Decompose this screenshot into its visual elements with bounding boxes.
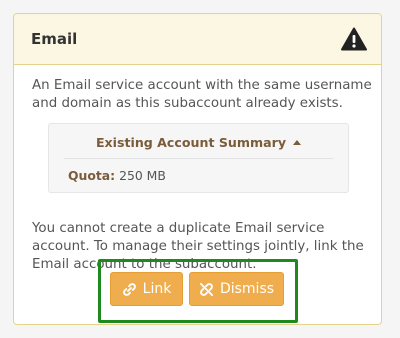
link-icon <box>122 282 136 296</box>
caret-up-icon <box>293 140 302 145</box>
dismiss-button-label: Dismiss <box>219 281 275 297</box>
quota-value: 250 MB <box>119 168 166 183</box>
summary-heading: Existing Account Summary <box>95 135 287 150</box>
unlink-icon <box>199 282 214 296</box>
summary-toggle[interactable]: Existing Account Summary <box>64 124 333 159</box>
quota-row: Quota: 250 MB <box>68 168 166 183</box>
link-button-label: Link <box>142 281 172 297</box>
panel-header: Email <box>14 14 381 65</box>
dismiss-button[interactable]: Dismiss <box>189 272 284 306</box>
link-instructions-message: You cannot create a duplicate Email serv… <box>32 221 364 272</box>
quota-label: Quota: <box>68 168 116 183</box>
duplicate-account-message: An Email service account with the same u… <box>32 78 372 111</box>
link-button[interactable]: Link <box>110 272 183 306</box>
warning-icon <box>341 27 367 51</box>
panel-title: Email <box>31 30 78 48</box>
existing-account-summary: Existing Account Summary Quota: 250 MB <box>48 123 349 193</box>
